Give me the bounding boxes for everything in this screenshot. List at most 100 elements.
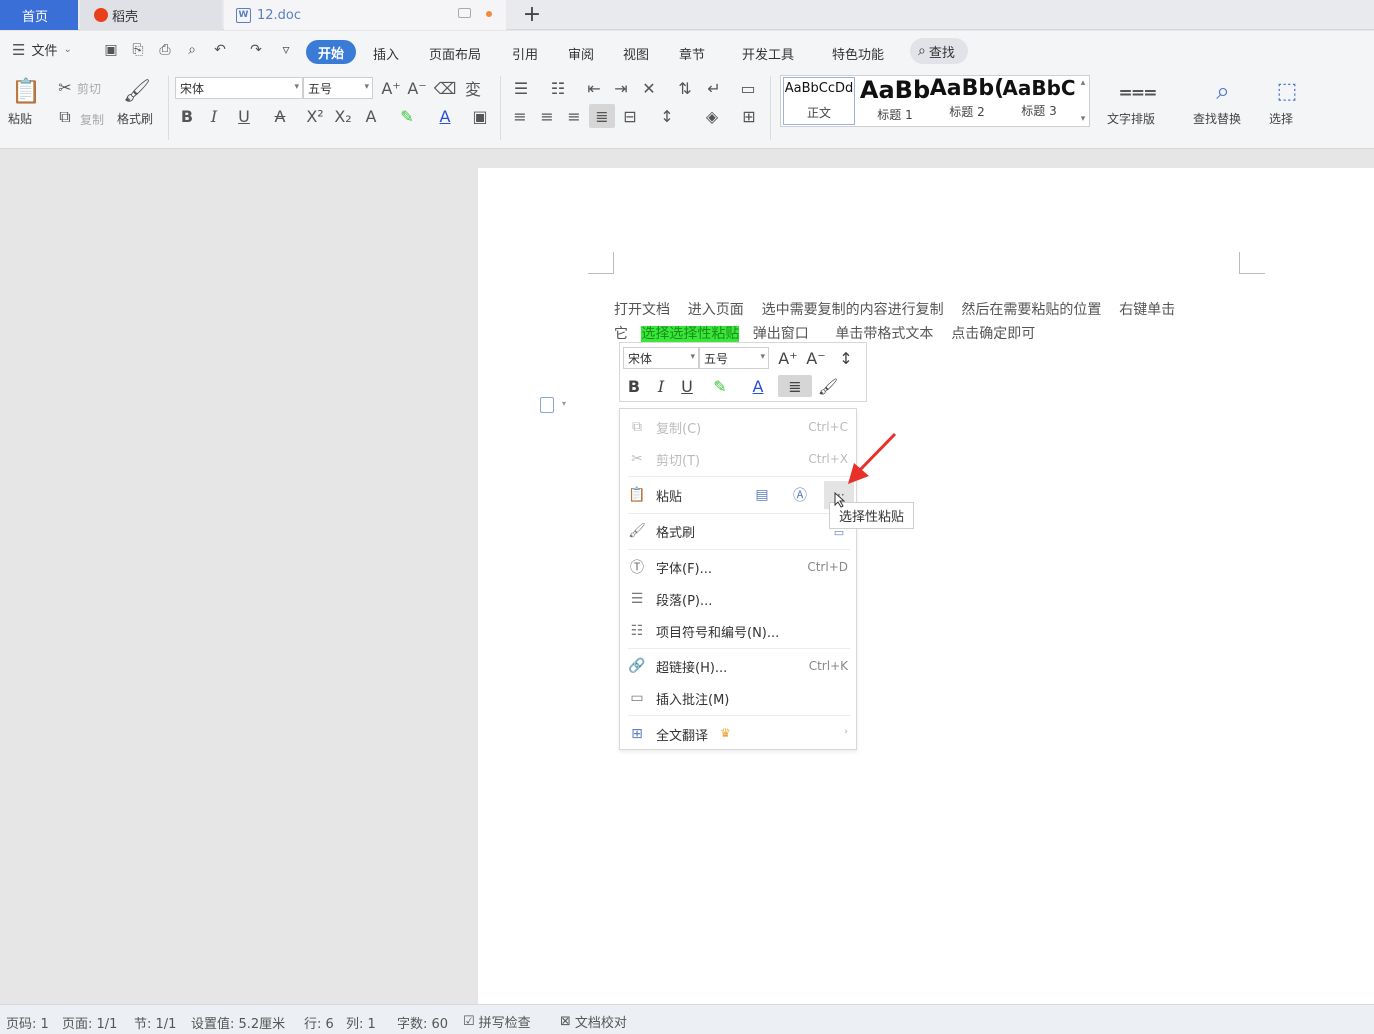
style-heading-1[interactable]: AaBb 标题 1 <box>859 76 931 126</box>
show-marks-icon[interactable]: ↵ <box>702 78 726 98</box>
proofread-button[interactable]: ⊠ 文档校对 <box>560 1012 627 1031</box>
align-left-icon[interactable]: ≡ <box>510 106 530 126</box>
borders-icon[interactable]: ⊞ <box>737 106 761 126</box>
highlight-icon[interactable]: ✎ <box>396 106 418 126</box>
cut-button[interactable]: 剪切 <box>77 80 101 97</box>
paragraph-layout-icon[interactable] <box>540 397 554 413</box>
align-center-icon[interactable]: ≡ <box>537 106 557 126</box>
tab-features[interactable]: 特色功能 <box>832 44 884 63</box>
tab-daoke[interactable]: 稻壳 <box>80 0 222 30</box>
font-name-select[interactable]: 宋体 ▾ <box>175 77 303 99</box>
align-justify-icon[interactable]: ≣ <box>778 375 812 397</box>
chevron-down-icon[interactable]: ▾ <box>562 399 566 408</box>
tab-home[interactable]: 首页 <box>0 0 78 30</box>
paste-button[interactable]: 粘贴 <box>8 110 32 127</box>
save-icon[interactable]: ▣ <box>103 42 119 58</box>
tab-chapter[interactable]: 章节 <box>679 44 705 63</box>
shrink-font-icon[interactable]: A⁻ <box>806 347 826 369</box>
monitor-icon[interactable] <box>458 8 471 18</box>
menu-item-translate[interactable]: ⊞ 全文翻译 ♛ › <box>620 719 856 749</box>
highlight-icon[interactable]: ✎ <box>706 375 734 397</box>
document-page[interactable] <box>478 168 1374 1004</box>
subscript-icon[interactable]: X₂ <box>333 106 353 126</box>
tab-view[interactable]: 视图 <box>623 44 649 63</box>
bullet-list-icon[interactable]: ☰ <box>510 78 532 98</box>
decrease-indent-icon[interactable]: ⇤ <box>584 78 604 98</box>
status-word-count[interactable]: 字数: 60 <box>397 1013 448 1032</box>
format-painter-icon[interactable]: 🖌 <box>818 375 838 397</box>
tab-references[interactable]: 引用 <box>512 44 538 63</box>
numbered-list-icon[interactable]: ☷ <box>547 78 569 98</box>
font-color-icon[interactable]: A <box>434 106 456 126</box>
paste-keep-format-icon[interactable]: ▤ <box>752 485 772 505</box>
bold-icon[interactable]: B <box>625 375 643 397</box>
select-button[interactable]: 选择 <box>1269 110 1293 127</box>
customize-icon[interactable]: ▿ <box>278 42 294 58</box>
redo-icon[interactable]: ↷ <box>248 42 264 58</box>
italic-icon[interactable]: I <box>205 106 223 126</box>
tab-review[interactable]: 审阅 <box>568 44 594 63</box>
char-border-icon[interactable]: ▣ <box>470 106 490 126</box>
paste-icon[interactable]: 📋 <box>11 76 41 106</box>
font-color-icon[interactable]: A <box>744 375 772 397</box>
table-icon[interactable]: ▭ <box>738 78 758 98</box>
sort-icon[interactable]: ⇅ <box>675 78 695 98</box>
text-layout-button[interactable]: 文字排版 <box>1107 110 1155 127</box>
menu-item-hyperlink[interactable]: 🔗 超链接(H)... Ctrl+K <box>620 651 856 681</box>
style-heading-2[interactable]: AaBb( 标题 2 <box>930 76 1004 126</box>
bold-icon[interactable]: B <box>178 106 196 126</box>
document-body[interactable]: 打开文档 进入页面 选中需要复制的内容进行复制 然后在需要粘贴的位置 右键单击 … <box>614 298 1254 346</box>
distribute-icon[interactable]: ⊟ <box>620 106 640 126</box>
text-effect-icon[interactable]: A <box>360 106 382 126</box>
line-spacing-icon[interactable]: ↕ <box>655 106 679 126</box>
mini-font-size-select[interactable]: 五号 ▾ <box>699 347 769 369</box>
print-icon[interactable]: ⎙ <box>157 42 173 58</box>
new-tab-button[interactable]: + <box>520 2 544 27</box>
menu-item-bullets-numbering[interactable]: ☷ 项目符号和编号(N)... <box>620 616 856 646</box>
spell-check-button[interactable]: ☑ 拼写检查 <box>463 1012 531 1031</box>
dropdown-arrow-icon: ▾ <box>690 352 695 362</box>
mini-font-name-select[interactable]: 宋体 ▾ <box>623 347 699 369</box>
copy-button[interactable]: 复制 <box>80 111 104 128</box>
style-normal[interactable]: AaBbCcDd 正文 <box>783 77 855 125</box>
print-preview-icon[interactable]: ⌕ <box>184 42 200 58</box>
line-spacing-icon[interactable]: ↕ <box>832 347 860 369</box>
strikethrough-icon[interactable]: A <box>268 106 292 126</box>
search-button[interactable]: ⌕ 查找 <box>910 38 968 64</box>
grow-font-icon[interactable]: A⁺ <box>381 78 400 98</box>
font-size-select[interactable]: 五号 ▾ <box>303 77 373 99</box>
undo-icon[interactable]: ↶ <box>212 42 228 58</box>
find-replace-button[interactable]: 查找替换 <box>1193 110 1241 127</box>
format-painter-button[interactable]: 格式刷 <box>117 110 153 127</box>
clear-format-icon[interactable]: ⌫ <box>434 78 457 98</box>
menu-item-paste[interactable]: 📋 粘贴 <box>620 479 856 511</box>
tab-page-layout[interactable]: 页面布局 <box>429 44 481 63</box>
tab-start[interactable]: 开始 <box>306 40 356 64</box>
search-icon: ⌕ <box>918 43 926 59</box>
shrink-font-icon[interactable]: A⁻ <box>407 78 426 98</box>
paste-text-only-icon[interactable]: Ⓐ <box>790 485 810 505</box>
increase-indent-icon[interactable]: ⇥ <box>611 78 631 98</box>
chinese-layout-icon[interactable]: ✕ <box>638 78 660 98</box>
menu-item-cut[interactable]: ✂ 剪切(T) Ctrl+X <box>620 444 856 474</box>
menu-item-insert-comment[interactable]: ▭ 插入批注(M) <box>620 683 856 713</box>
tab-insert[interactable]: 插入 <box>373 44 399 63</box>
file-menu[interactable]: ☰ 文件 ⌄ <box>12 40 72 60</box>
menu-item-format-painter[interactable]: 🖌 格式刷 <box>620 516 856 546</box>
underline-icon[interactable]: U <box>232 106 256 126</box>
tab-developer[interactable]: 开发工具 <box>742 44 794 63</box>
superscript-icon[interactable]: X² <box>305 106 325 126</box>
underline-icon[interactable]: U <box>678 375 696 397</box>
grow-font-icon[interactable]: A⁺ <box>778 347 798 369</box>
export-icon[interactable]: ⎘ <box>130 42 146 58</box>
menu-item-paragraph[interactable]: ☰ 段落(P)... <box>620 584 856 614</box>
menu-item-copy[interactable]: ⧉ 复制(C) Ctrl+C <box>620 412 856 442</box>
shading-icon[interactable]: ◈ <box>700 106 724 126</box>
menu-item-font[interactable]: Ⓣ 字体(F)... Ctrl+D <box>620 552 856 582</box>
style-heading-3[interactable]: AaBbC 标题 3 <box>1002 76 1075 126</box>
italic-icon[interactable]: I <box>652 375 670 397</box>
align-right-icon[interactable]: ≡ <box>564 106 584 126</box>
phonetic-icon[interactable]: 変 <box>462 78 484 99</box>
align-justify-icon[interactable]: ≣ <box>589 104 615 128</box>
style-scroll[interactable]: ▴ ▾ <box>1077 78 1089 124</box>
